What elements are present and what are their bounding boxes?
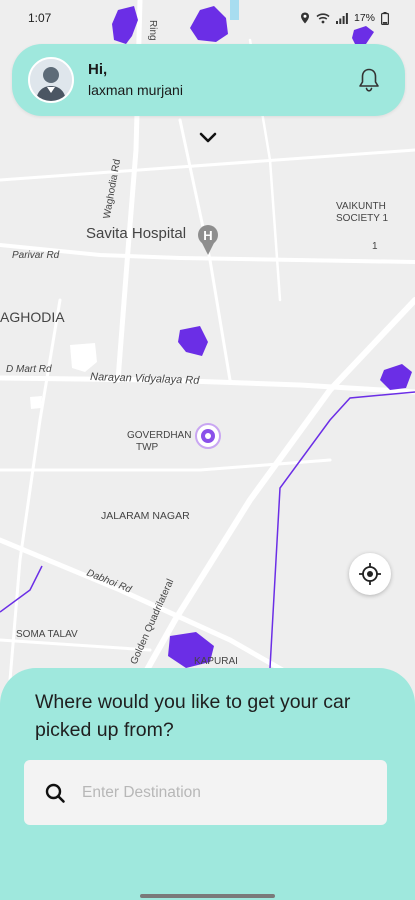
destination-search-input[interactable] bbox=[82, 783, 352, 802]
hospital-marker-letter: H bbox=[203, 228, 212, 243]
search-icon bbox=[45, 783, 65, 803]
map-label-soma-talav: SOMA TALAV bbox=[16, 629, 78, 640]
greeting-text: Hi, laxman murjani bbox=[88, 60, 355, 100]
greeting-label: Hi, bbox=[88, 61, 108, 78]
status-icons: 17% bbox=[300, 11, 389, 25]
wifi-icon bbox=[316, 12, 330, 23]
my-location-button[interactable] bbox=[349, 553, 391, 595]
map-label-vaikunth-number: 1 bbox=[372, 241, 378, 252]
map-label-jalaram-nagar: JALARAM NAGAR bbox=[101, 510, 190, 522]
greeting-card: Hi, laxman murjani bbox=[12, 44, 405, 116]
username-label: laxman murjani bbox=[88, 82, 183, 98]
battery-icon bbox=[381, 11, 389, 25]
expand-button[interactable] bbox=[196, 128, 220, 148]
pickup-bottom-sheet: Where would you like to get your car pic… bbox=[0, 668, 415, 900]
battery-percent: 17% bbox=[353, 12, 375, 24]
map-label-kapurai: KAPURAI bbox=[194, 656, 238, 667]
locate-icon bbox=[359, 563, 381, 585]
chevron-down-icon bbox=[199, 132, 217, 143]
map-label-goverdhan: GOVERDHAN bbox=[127, 430, 191, 441]
notifications-button[interactable] bbox=[355, 66, 383, 94]
home-indicator[interactable] bbox=[140, 894, 275, 898]
signal-icon bbox=[335, 12, 348, 24]
destination-search-box[interactable] bbox=[24, 760, 387, 825]
avatar-icon[interactable] bbox=[28, 57, 74, 103]
location-pin-icon bbox=[195, 423, 221, 449]
map-label-goverdhan-2: TWP bbox=[136, 442, 159, 453]
location-status-icon bbox=[300, 12, 309, 24]
map-label-vaikunth: VAIKUNTH bbox=[336, 201, 386, 212]
map-patch bbox=[30, 396, 42, 409]
status-time: 1:07 bbox=[28, 11, 52, 25]
map-label-dmart-rd: D Mart Rd bbox=[6, 364, 52, 375]
map-label-waghodia: AGHODIA bbox=[0, 309, 65, 325]
map-label-savita-hospital: Savita Hospital bbox=[86, 225, 186, 242]
pickup-question: Where would you like to get your car pic… bbox=[35, 691, 351, 741]
map-label-parivar-rd: Parivar Rd bbox=[12, 250, 60, 261]
map-label-vaikunth-2: SOCIETY 1 bbox=[336, 213, 388, 224]
bell-icon bbox=[359, 68, 379, 92]
status-bar: 1:07 17% bbox=[0, 0, 415, 36]
